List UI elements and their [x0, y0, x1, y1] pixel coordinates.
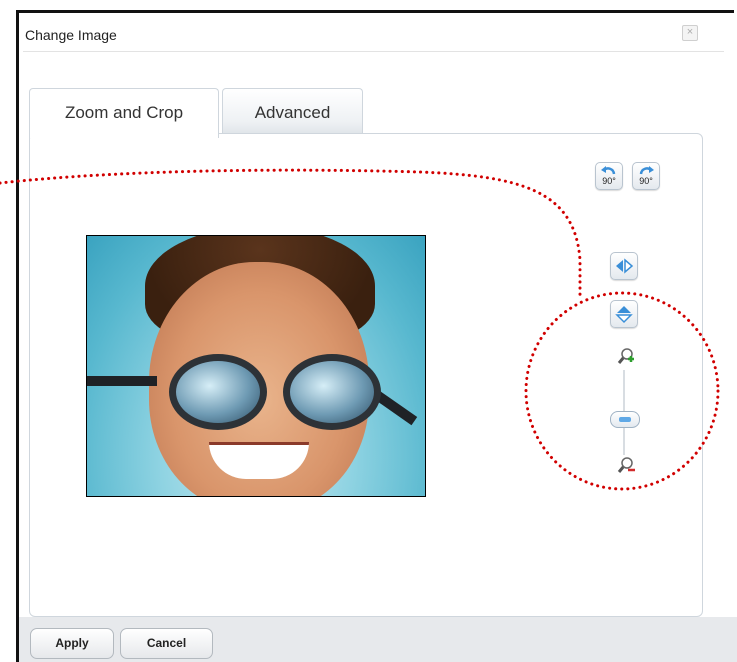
- tab-zoom-and-crop[interactable]: Zoom and Crop: [29, 88, 219, 138]
- image-preview[interactable]: [86, 235, 426, 497]
- flip-horizontal-button[interactable]: [610, 252, 638, 280]
- tab-advanced[interactable]: Advanced: [222, 88, 363, 136]
- rotate-right-button[interactable]: 90°: [632, 162, 660, 190]
- photo-goggle-right: [283, 354, 381, 430]
- rotate-left-button[interactable]: 90°: [595, 162, 623, 190]
- zoom-out-icon[interactable]: [615, 455, 635, 475]
- close-icon[interactable]: ×: [682, 25, 698, 41]
- dialog-title: Change Image: [25, 27, 117, 43]
- photo-goggle-left: [169, 354, 267, 430]
- rotate-left-label: 90°: [602, 176, 616, 186]
- rotate-right-label: 90°: [639, 176, 653, 186]
- flip-horizontal-icon: [616, 258, 634, 274]
- title-divider: [23, 51, 724, 52]
- rotate-left-icon: [601, 166, 616, 175]
- rotate-right-icon: [639, 166, 654, 175]
- photo-strap-left: [87, 376, 157, 386]
- flip-vertical-icon: [615, 306, 633, 324]
- apply-button[interactable]: Apply: [30, 628, 114, 659]
- zoom-slider-thumb[interactable]: [610, 411, 640, 428]
- cancel-button[interactable]: Cancel: [120, 628, 213, 659]
- dialog-footer: Apply Cancel: [16, 617, 737, 662]
- zoom-in-icon[interactable]: [615, 346, 635, 366]
- flip-vertical-button[interactable]: [610, 300, 638, 328]
